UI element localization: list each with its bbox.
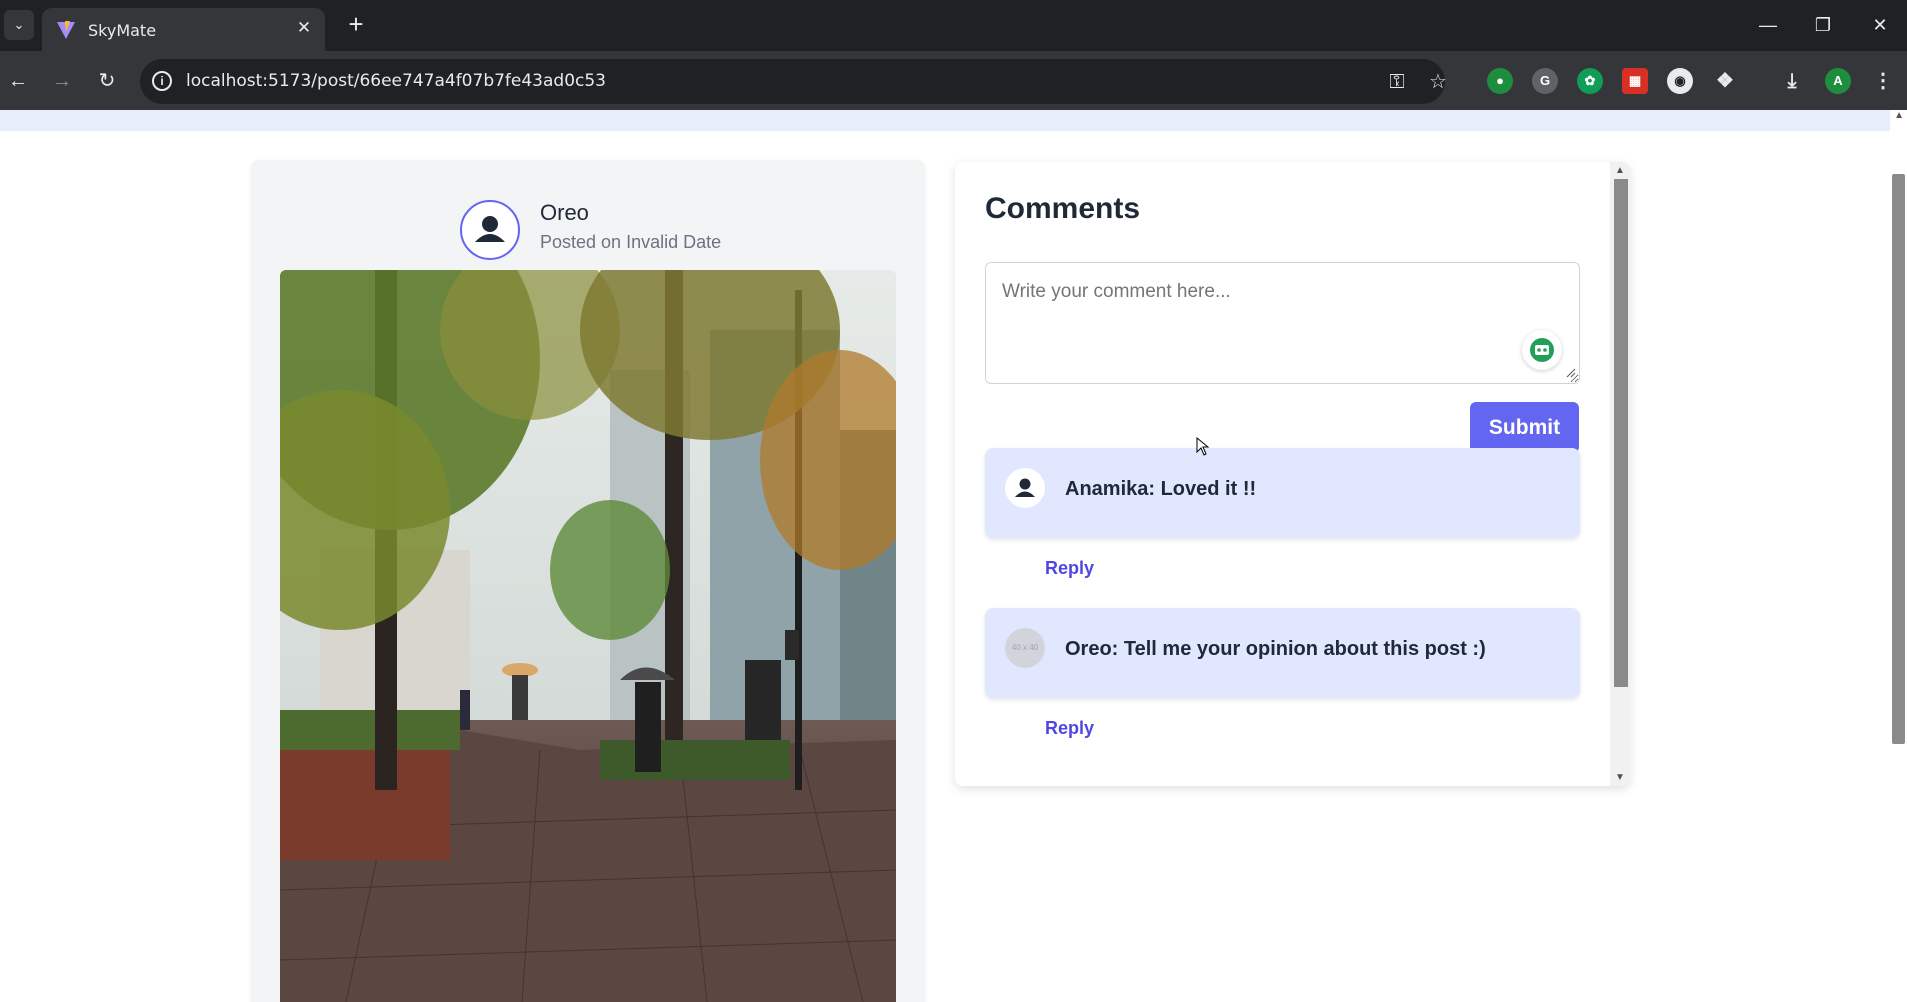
comments-title: Comments bbox=[985, 192, 1141, 225]
scroll-down-arrow-icon[interactable]: ▼ bbox=[1615, 772, 1625, 783]
comment-text: Anamika: Loved it !! bbox=[1065, 478, 1257, 500]
scrollbar-thumb[interactable] bbox=[1614, 179, 1628, 687]
password-key-icon[interactable]: ⚿ bbox=[1384, 69, 1410, 95]
restore-icon[interactable]: ❐ bbox=[1803, 10, 1843, 40]
profile-avatar[interactable]: A bbox=[1825, 68, 1851, 94]
new-tab-button[interactable]: + bbox=[344, 11, 368, 37]
robot-icon bbox=[1530, 338, 1554, 362]
submit-button[interactable]: Submit bbox=[1470, 402, 1579, 453]
site-info-icon[interactable]: i bbox=[152, 71, 172, 91]
mouse-cursor-icon bbox=[1196, 437, 1210, 456]
minimize-icon[interactable]: — bbox=[1748, 10, 1788, 40]
post-image bbox=[280, 270, 896, 1002]
grammarly-icon[interactable]: G bbox=[1532, 68, 1558, 94]
window-close-icon[interactable]: ✕ bbox=[1860, 10, 1900, 40]
page-scroll-up-icon[interactable]: ▲ bbox=[1894, 110, 1904, 121]
reload-icon[interactable]: ↻ bbox=[92, 66, 122, 96]
forward-icon[interactable]: → bbox=[47, 66, 77, 96]
user-icon bbox=[475, 216, 505, 242]
user-icon bbox=[1015, 478, 1035, 497]
scroll-up-arrow-icon[interactable]: ▲ bbox=[1615, 165, 1625, 176]
extension-red-icon[interactable]: ▦ bbox=[1622, 68, 1648, 94]
tab-search-dropdown-icon[interactable]: ⌄ bbox=[4, 10, 34, 40]
textarea-resize-icon[interactable] bbox=[1566, 368, 1576, 378]
site-navbar-strip bbox=[0, 110, 1890, 131]
comment-item: 40 x 40 Oreo: Tell me your opinion about… bbox=[985, 608, 1580, 698]
extension-leaf-icon[interactable]: ✿ bbox=[1577, 68, 1603, 94]
bookmark-star-icon[interactable]: ☆ bbox=[1425, 69, 1451, 95]
extension-mask-icon[interactable]: ◉ bbox=[1667, 68, 1693, 94]
vite-favicon-icon bbox=[57, 21, 75, 39]
comment-item: Anamika: Loved it !! bbox=[985, 448, 1580, 538]
author-avatar bbox=[460, 200, 520, 260]
comment-avatar-placeholder: 40 x 40 bbox=[1005, 628, 1045, 668]
assistant-bot-icon[interactable] bbox=[1522, 330, 1562, 370]
reply-link[interactable]: Reply bbox=[1045, 558, 1094, 579]
page-scrollbar[interactable]: ▲ bbox=[1890, 110, 1907, 1002]
comment-input[interactable] bbox=[985, 262, 1580, 384]
menu-kebab-icon[interactable]: ⋮ bbox=[1870, 68, 1896, 94]
comments-panel: Comments Submit bbox=[955, 162, 1630, 786]
reply-link[interactable]: Reply bbox=[1045, 718, 1094, 739]
comment-avatar bbox=[1005, 468, 1045, 508]
comment-text: Oreo: Tell me your opinion about this po… bbox=[1065, 638, 1486, 660]
browser-window: ⌄ SkyMate ✕ + — ❐ ✕ ← → ↻ i localhost:51… bbox=[0, 0, 1907, 1002]
browser-toolbar: ← → ↻ i localhost:5173/post/66ee747a4f07… bbox=[0, 51, 1907, 110]
comments-scrollbar[interactable]: ▲ ▼ bbox=[1610, 162, 1630, 786]
tab-close-icon[interactable]: ✕ bbox=[293, 17, 315, 39]
post-card: Oreo Posted on Invalid Date bbox=[251, 160, 925, 1002]
tab-title: SkyMate bbox=[88, 21, 157, 40]
tab-strip: ⌄ SkyMate ✕ + — ❐ ✕ bbox=[0, 0, 1907, 51]
extension-robot-icon[interactable]: ● bbox=[1487, 68, 1513, 94]
extensions-puzzle-icon[interactable]: ❖ bbox=[1712, 68, 1738, 94]
address-bar[interactable]: i localhost:5173/post/66ee747a4f07b7fe43… bbox=[140, 59, 1447, 104]
back-icon[interactable]: ← bbox=[3, 66, 33, 96]
browser-tab[interactable]: SkyMate ✕ bbox=[42, 8, 325, 51]
page-viewport: Oreo Posted on Invalid Date Comments Wri… bbox=[0, 110, 1907, 1002]
rainy-street-photo bbox=[280, 270, 896, 1002]
download-icon[interactable]: ⤓ bbox=[1779, 68, 1805, 94]
url-text[interactable]: localhost:5173/post/66ee747a4f07b7fe43ad… bbox=[186, 71, 606, 91]
post-date: Posted on Invalid Date bbox=[540, 232, 722, 252]
page-scrollbar-thumb[interactable] bbox=[1892, 174, 1905, 744]
post-author-name[interactable]: Oreo bbox=[540, 200, 589, 226]
